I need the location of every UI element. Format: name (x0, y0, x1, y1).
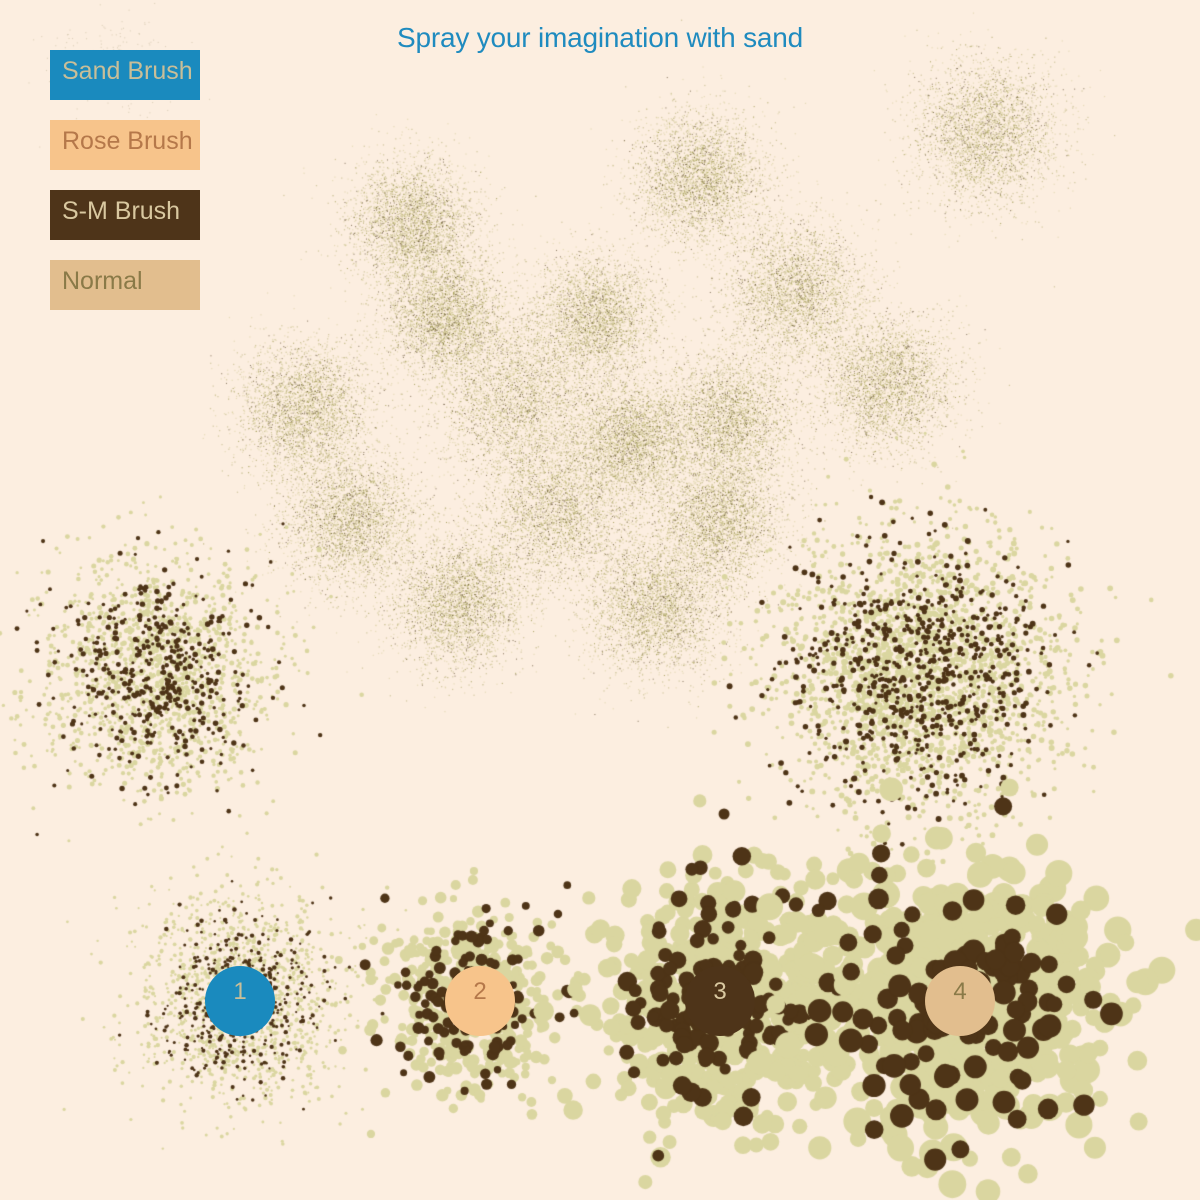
brush-size-3-button[interactable]: 3 (685, 966, 755, 1036)
sand-brush-button[interactable]: Sand Brush (50, 50, 200, 100)
rose-brush-button[interactable]: Rose Brush (50, 120, 200, 170)
brush-selector: Sand Brush Rose Brush S-M Brush Normal (50, 50, 200, 330)
brush-size-1-button[interactable]: 1 (205, 966, 275, 1036)
brush-size-4-button[interactable]: 4 (925, 966, 995, 1036)
s-m-brush-button[interactable]: S-M Brush (50, 190, 200, 240)
normal-brush-button[interactable]: Normal (50, 260, 200, 310)
brush-size-2-button[interactable]: 2 (445, 966, 515, 1036)
